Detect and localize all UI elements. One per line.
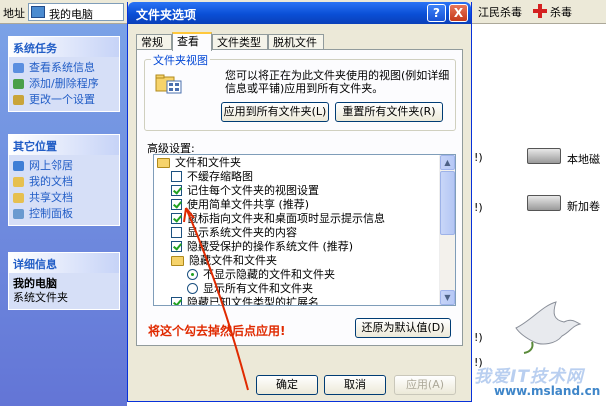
computer-icon <box>31 6 45 18</box>
hard-drive-icon[interactable] <box>527 195 561 211</box>
tab-offline-files[interactable]: 脱机文件 <box>268 34 324 50</box>
restore-defaults-button[interactable]: 还原为默认值(D) <box>355 318 451 338</box>
place-network[interactable]: 网上邻居 <box>9 158 119 174</box>
tab-file-types[interactable]: 文件类型 <box>212 34 268 50</box>
address-value: 我的电脑 <box>49 8 93 21</box>
details-panel: 详细信息 我的电脑 系统文件夹 <box>8 252 120 310</box>
drive-label[interactable]: 本地磁 <box>567 151 600 167</box>
other-places-panel: 其它位置 网上邻居 我的文档 共享文档 控制面板 <box>8 134 120 226</box>
settings-icon <box>13 95 24 105</box>
dialog-titlebar[interactable]: 文件夹选项 ? X <box>128 2 471 24</box>
drive-label[interactable]: 新加卷 <box>567 198 600 214</box>
drive-info: !) <box>474 201 483 214</box>
close-button[interactable]: X <box>449 4 468 22</box>
address-field[interactable]: 我的电脑 <box>28 3 124 21</box>
help-button[interactable]: ? <box>427 4 446 22</box>
place-my-documents[interactable]: 我的文档 <box>9 174 119 190</box>
details-name: 我的电脑 <box>13 277 57 290</box>
folder-options-dialog: 文件夹选项 ? X 常规 查看 文件类型 脱机文件 文件夹视图 您可以将正在为此… <box>127 2 472 402</box>
redcross-icon <box>533 4 547 18</box>
control-panel-icon <box>13 209 24 219</box>
apply-button[interactable]: 应用(A) <box>394 375 456 395</box>
folder-view-icon <box>155 74 182 94</box>
checkbox[interactable] <box>171 199 182 210</box>
checkbox[interactable] <box>171 171 182 182</box>
hard-drive-icon[interactable] <box>527 148 561 164</box>
ok-button[interactable]: 确定 <box>256 375 318 395</box>
folder-icon <box>157 158 170 168</box>
address-label: 地址 <box>3 7 25 20</box>
dove-logo-icon <box>515 301 582 354</box>
apply-to-all-folders-button[interactable]: 应用到所有文件夹(L) <box>221 102 329 122</box>
reset-all-folders-button[interactable]: 重置所有文件夹(R) <box>335 102 443 122</box>
documents-icon <box>13 177 24 187</box>
watermark-url: www.msland.cn <box>494 384 601 398</box>
folder-icon <box>171 256 184 266</box>
shared-folder-icon <box>13 193 24 203</box>
system-tasks-panel: 系统任务 查看系统信息 添加/删除程序 更改一个设置 <box>8 36 120 112</box>
details-header[interactable]: 详细信息 <box>9 253 119 273</box>
scroll-down-icon[interactable]: ▼ <box>440 290 455 305</box>
place-shared-documents[interactable]: 共享文档 <box>9 190 119 206</box>
info-icon <box>13 63 24 73</box>
task-pane: 系统任务 查看系统信息 添加/删除程序 更改一个设置 其它位置 网上邻居 我的文… <box>0 24 127 406</box>
folder-view-description: 您可以将正在为此文件夹使用的视图(例如详细信息或平铺)应用到所有文件夹。 <box>225 69 450 95</box>
advanced-settings-list[interactable]: 文件和文件夹 不缓存缩略图 记住每个文件夹的视图设置 使用简单文件共享 (推荐)… <box>153 154 456 306</box>
view-tab-page: 文件夹视图 您可以将正在为此文件夹使用的视图(例如详细信息或平铺)应用到所有文件… <box>136 49 463 346</box>
cancel-button[interactable]: 取消 <box>324 375 386 395</box>
task-change-setting[interactable]: 更改一个设置 <box>9 92 119 108</box>
checkbox[interactable] <box>171 213 182 224</box>
radio-button[interactable] <box>187 283 198 294</box>
vertical-scrollbar[interactable]: ▲ ▼ <box>439 155 455 305</box>
network-icon <box>13 161 24 171</box>
dialog-title: 文件夹选项 <box>136 8 197 22</box>
checkbox[interactable] <box>171 241 182 252</box>
system-tasks-header[interactable]: 系统任务 <box>9 37 119 57</box>
folder-view-group: 文件夹视图 您可以将正在为此文件夹使用的视图(例如详细信息或平铺)应用到所有文件… <box>144 52 456 131</box>
place-control-panel[interactable]: 控制面板 <box>9 206 119 222</box>
checkbox[interactable] <box>171 227 182 238</box>
drive-info: !) <box>474 331 483 344</box>
details-description: 系统文件夹 <box>13 291 68 304</box>
scroll-thumb[interactable] <box>440 171 455 235</box>
annotation-note: 将这个勾去掉然后点应用! <box>148 324 286 338</box>
tab-view[interactable]: 查看 <box>172 32 212 51</box>
task-view-system-info[interactable]: 查看系统信息 <box>9 60 119 76</box>
other-places-header[interactable]: 其它位置 <box>9 135 119 155</box>
task-add-remove-programs[interactable]: 添加/删除程序 <box>9 76 119 92</box>
tab-general[interactable]: 常规 <box>136 34 172 50</box>
kill-virus-button[interactable]: 杀毒 <box>550 4 572 20</box>
radio-button[interactable] <box>187 269 198 280</box>
programs-icon <box>13 79 24 89</box>
folder-view-title: 文件夹视图 <box>151 52 210 68</box>
scroll-up-icon[interactable]: ▲ <box>440 155 455 170</box>
antivirus-toolbar-item[interactable]: 江民杀毒 <box>478 4 522 20</box>
checkbox[interactable] <box>171 297 182 305</box>
drive-info: !) <box>474 151 483 164</box>
checkbox[interactable] <box>171 185 182 196</box>
